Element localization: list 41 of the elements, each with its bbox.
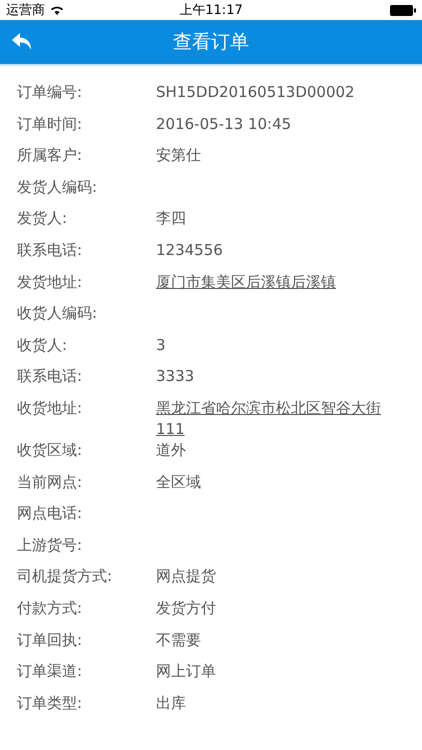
field-value: 网点提货 xyxy=(156,566,217,588)
wifi-icon xyxy=(50,5,64,15)
address-link[interactable]: 黑龙江省哈尔滨市松北区智谷大街111 xyxy=(156,398,396,440)
field-label: 当前网点: xyxy=(17,472,84,493)
field-value: 不需要 xyxy=(156,630,202,650)
field-label: 订单时间: xyxy=(17,114,84,135)
field-value: 3333 xyxy=(156,366,196,388)
field-label: 发货人编码: xyxy=(17,176,98,198)
field-label: 收货地址: xyxy=(17,398,84,419)
field-label: 订单类型: xyxy=(17,692,84,714)
field-label: 付款方式: xyxy=(17,598,84,619)
field-value: 全区域 xyxy=(156,472,202,493)
field-value: SH15DD20160513D00002 xyxy=(156,82,356,103)
field-value: 网上订单 xyxy=(156,661,217,682)
field-label: 联系电话: xyxy=(17,240,84,261)
field-value: 道外 xyxy=(156,440,187,461)
field-value: 安第仕 xyxy=(156,145,202,166)
field-value: 2016-05-13 10:45 xyxy=(156,114,292,135)
battery-icon xyxy=(390,4,416,16)
address-link[interactable]: 厦门市集美区后溪镇后溪镇 xyxy=(156,272,396,293)
field-label: 发货人: xyxy=(17,208,68,230)
field-label: 订单编号: xyxy=(17,82,84,103)
field-label: 发货地址: xyxy=(17,272,84,293)
field-label: 上游货号: xyxy=(17,534,84,556)
field-label: 收货人编码: xyxy=(17,303,98,324)
clock-time: 上午11:17 xyxy=(179,2,243,19)
field-value: 出库 xyxy=(156,692,187,714)
field-value: 发货方付 xyxy=(156,598,217,619)
field-label: 收货人: xyxy=(17,334,68,356)
page-title: 查看订单 xyxy=(173,30,249,55)
field-value: 3 xyxy=(156,334,167,356)
field-label: 订单回执: xyxy=(17,630,84,650)
field-label: 收货区域: xyxy=(17,440,84,461)
field-label: 所属客户: xyxy=(17,145,84,166)
field-value: 李四 xyxy=(156,208,187,230)
carrier-name: 运营商 xyxy=(6,2,45,19)
field-label: 司机提货方式: xyxy=(17,566,114,588)
field-label: 联系电话: xyxy=(17,366,84,388)
field-label: 网点电话: xyxy=(17,503,84,524)
field-value: 1234556 xyxy=(156,240,224,261)
field-label: 订单渠道: xyxy=(17,661,84,682)
